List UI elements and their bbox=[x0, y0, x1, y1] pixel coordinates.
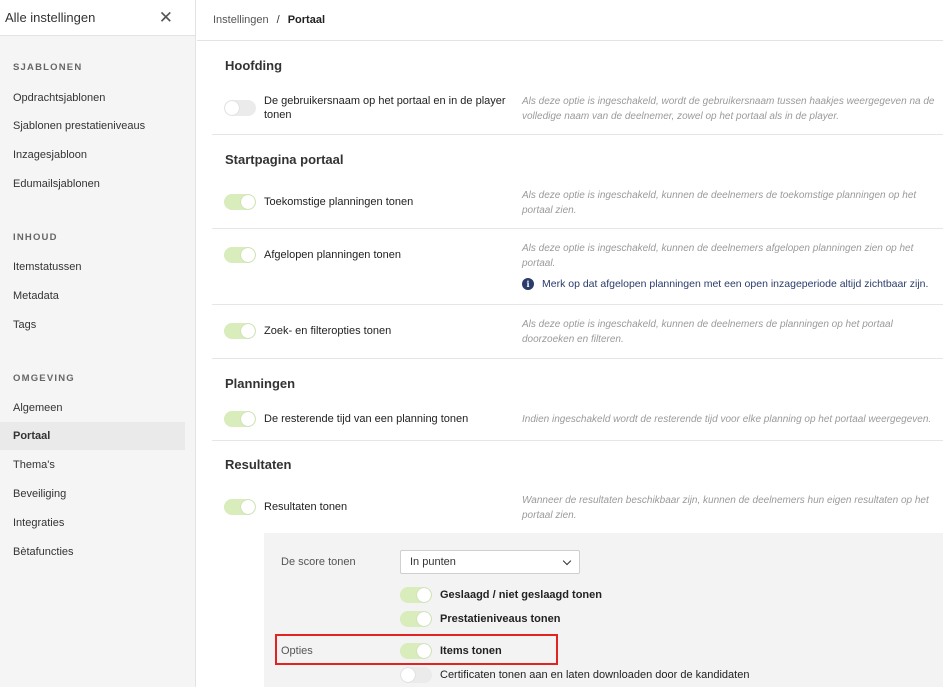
row-desc-line: Als deze optie is ingeschakeld, wordt de… bbox=[522, 96, 935, 107]
option-label-certificaten: Certificaten tonen aan en laten download… bbox=[440, 669, 750, 681]
score-label: De score tonen bbox=[281, 556, 356, 568]
row-desc-line: portaal zien. bbox=[522, 205, 577, 216]
row-label-toekomstige-planningen: Toekomstige planningen tonen bbox=[264, 196, 414, 208]
row-label-gebruikersnaam: De gebruikersnaam op het portaal en in d… bbox=[264, 94, 506, 122]
sidebar-header: Alle instellingen ✕ bbox=[0, 0, 195, 36]
toggle-prestatieniveaus[interactable] bbox=[400, 611, 432, 627]
sidebar-section-sjablonen: SJABLONEN bbox=[13, 62, 83, 73]
row-desc-line: Als deze optie is ingeschakeld, kunnen d… bbox=[522, 190, 917, 201]
score-select-value: In punten bbox=[410, 556, 456, 568]
section-title-startpagina: Startpagina portaal bbox=[225, 152, 344, 167]
option-label-geslaagd: Geslaagd / niet geslaagd tonen bbox=[440, 589, 602, 601]
row-label-resultaten-tonen: Resultaten tonen bbox=[264, 501, 348, 513]
divider bbox=[212, 134, 943, 135]
sidebar-item-beveiliging[interactable]: Beveiliging bbox=[0, 480, 185, 508]
sidebar-title: Alle instellingen bbox=[5, 10, 96, 25]
section-title-planningen: Planningen bbox=[225, 376, 296, 391]
divider bbox=[212, 228, 943, 229]
row-desc-line: Wanneer de resultaten beschikbaar zijn, … bbox=[522, 495, 929, 506]
toggle-knob bbox=[417, 588, 431, 602]
score-select[interactable]: In punten bbox=[400, 550, 580, 574]
toggle-resterende-tijd[interactable] bbox=[224, 411, 256, 427]
row-desc-resultaten-tonen: Wanneer de resultaten beschikbaar zijn, … bbox=[522, 493, 943, 523]
sidebar-item-portaal[interactable]: Portaal bbox=[0, 422, 185, 450]
sidebar-item-opdrachtsjablonen[interactable]: Opdrachtsjablonen bbox=[0, 84, 185, 112]
row-desc-line: doorzoeken en filteren. bbox=[522, 334, 624, 345]
sidebar-item-inzagesjabloon[interactable]: Inzagesjabloon bbox=[0, 141, 185, 169]
row-label-line: De gebruikersnaam op het portaal en in d… bbox=[264, 95, 506, 107]
sidebar-section-inhoud: INHOUD bbox=[13, 232, 58, 243]
info-icon: i bbox=[522, 278, 534, 290]
settings-sidebar: Alle instellingen ✕ SJABLONEN Opdrachtsj… bbox=[0, 0, 196, 687]
chevron-down-icon bbox=[562, 556, 572, 565]
toggle-zoek-filteropties[interactable] bbox=[224, 323, 256, 339]
breadcrumb-parent[interactable]: Instellingen bbox=[213, 14, 269, 26]
toggle-resultaten-tonen[interactable] bbox=[224, 499, 256, 515]
option-label-prestatieniveaus: Prestatieniveaus tonen bbox=[440, 613, 561, 625]
toggle-knob bbox=[241, 412, 255, 426]
sidebar-item-integraties[interactable]: Integraties bbox=[0, 509, 185, 537]
sidebar-item-themas[interactable]: Thema's bbox=[0, 451, 185, 479]
sidebar-item-edumailsjablonen[interactable]: Edumailsjablonen bbox=[0, 170, 185, 198]
section-title-resultaten: Resultaten bbox=[225, 457, 292, 472]
sidebar-item-betafuncties[interactable]: Bètafuncties bbox=[0, 538, 185, 566]
divider bbox=[212, 304, 943, 305]
toggle-knob bbox=[225, 101, 239, 115]
row-desc-line: Als deze optie is ingeschakeld, kunnen d… bbox=[522, 319, 893, 330]
row-desc-afgelopen-planningen: Als deze optie is ingeschakeld, kunnen d… bbox=[522, 241, 943, 271]
toggle-knob bbox=[241, 248, 255, 262]
row-desc-line: portaal zien. bbox=[522, 510, 577, 521]
divider bbox=[212, 358, 943, 359]
sidebar-item-sjablonen-prestatieniveaus[interactable]: Sjablonen prestatieniveaus bbox=[0, 112, 185, 140]
toggle-toekomstige-planningen[interactable] bbox=[224, 194, 256, 210]
row-desc-line: portaal. bbox=[522, 258, 556, 269]
toggle-geslaagd[interactable] bbox=[400, 587, 432, 603]
row-desc-line: volledige naam van de deelnemer, zowel o… bbox=[522, 111, 840, 122]
toggle-knob bbox=[241, 195, 255, 209]
sidebar-item-itemstatussen[interactable]: Itemstatussen bbox=[0, 253, 185, 281]
sidebar-item-tags[interactable]: Tags bbox=[0, 311, 185, 339]
section-title-hoofding: Hoofding bbox=[225, 58, 283, 73]
breadcrumb-current: Portaal bbox=[287, 14, 326, 26]
sidebar-item-algemeen[interactable]: Algemeen bbox=[0, 394, 185, 422]
info-notice-text: Merk op dat afgelopen planningen met een… bbox=[542, 278, 929, 290]
row-label-line: tonen bbox=[264, 109, 292, 121]
toggle-certificaten[interactable] bbox=[400, 667, 432, 683]
toggle-gebruikersnaam[interactable] bbox=[224, 100, 256, 116]
breadcrumb: Instellingen / Portaal bbox=[197, 0, 943, 41]
highlight-box bbox=[275, 634, 558, 665]
divider bbox=[212, 440, 943, 441]
row-desc-zoek-filteropties: Als deze optie is ingeschakeld, kunnen d… bbox=[522, 317, 943, 347]
info-notice: i Merk op dat afgelopen planningen met e… bbox=[522, 278, 928, 290]
sidebar-item-metadata[interactable]: Metadata bbox=[0, 282, 185, 310]
toggle-knob bbox=[417, 612, 431, 626]
row-desc-gebruikersnaam: Als deze optie is ingeschakeld, wordt de… bbox=[522, 94, 943, 124]
breadcrumb-separator: / bbox=[276, 14, 280, 26]
row-desc-toekomstige-planningen: Als deze optie is ingeschakeld, kunnen d… bbox=[522, 188, 943, 218]
toggle-knob bbox=[401, 668, 415, 682]
row-label-zoek-filteropties: Zoek- en filteropties tonen bbox=[264, 325, 392, 337]
sidebar-section-omgeving: OMGEVING bbox=[13, 373, 75, 384]
close-icon[interactable]: ✕ bbox=[159, 9, 173, 26]
row-label-resterende-tijd: De resterende tijd van een planning tone… bbox=[264, 413, 469, 425]
toggle-knob bbox=[241, 500, 255, 514]
toggle-knob bbox=[241, 324, 255, 338]
row-label-afgelopen-planningen: Afgelopen planningen tonen bbox=[264, 249, 402, 261]
toggle-afgelopen-planningen[interactable] bbox=[224, 247, 256, 263]
row-desc-line: Als deze optie is ingeschakeld, kunnen d… bbox=[522, 243, 914, 254]
row-desc-resterende-tijd: Indien ingeschakeld wordt de resterende … bbox=[522, 414, 932, 425]
